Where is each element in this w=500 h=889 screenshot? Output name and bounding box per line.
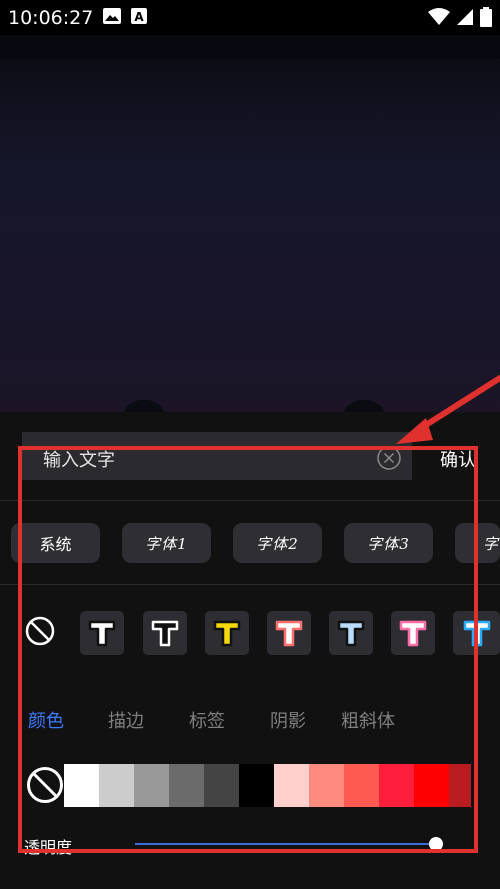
t-style-icon xyxy=(151,620,179,647)
color-swatch[interactable] xyxy=(99,764,134,807)
font-option-2[interactable]: 字体2 xyxy=(233,523,322,563)
divider xyxy=(0,500,500,501)
confirm-button[interactable]: 确认 xyxy=(440,446,476,472)
text-style-preset[interactable] xyxy=(267,611,311,655)
battery-icon xyxy=(480,7,492,31)
image-icon xyxy=(103,7,122,28)
color-swatch[interactable] xyxy=(449,764,471,807)
svg-text:A: A xyxy=(135,10,145,24)
color-swatch[interactable] xyxy=(134,764,169,807)
t-style-icon xyxy=(463,620,490,647)
text-style-preset[interactable] xyxy=(453,611,500,655)
t-style-icon xyxy=(88,620,116,647)
no-style-icon[interactable] xyxy=(25,616,55,646)
color-swatch[interactable] xyxy=(64,764,99,807)
tab-stroke[interactable]: 描边 xyxy=(108,707,144,733)
tab-shadow[interactable]: 阴影 xyxy=(270,707,306,733)
tab-color[interactable]: 颜色 xyxy=(28,707,64,733)
t-style-icon xyxy=(337,620,365,647)
font-option-1[interactable]: 字体1 xyxy=(122,523,211,563)
color-swatch[interactable] xyxy=(204,764,239,807)
color-swatch[interactable] xyxy=(239,764,274,807)
opacity-slider-thumb[interactable] xyxy=(429,837,443,851)
color-swatch[interactable] xyxy=(414,764,449,807)
t-style-icon xyxy=(213,620,241,647)
color-swatch[interactable] xyxy=(309,764,344,807)
text-input-placeholder[interactable]: 输入文字 xyxy=(43,446,115,472)
wifi-icon xyxy=(428,8,450,30)
text-style-preset[interactable] xyxy=(143,611,187,655)
opacity-label: 透明度 xyxy=(24,838,73,857)
status-bar: 10:06:27 A xyxy=(0,0,500,35)
signal-icon xyxy=(456,8,474,30)
t-style-icon xyxy=(399,620,427,647)
text-style-preset[interactable] xyxy=(391,611,435,655)
video-preview[interactable] xyxy=(0,35,500,412)
divider xyxy=(0,584,500,585)
color-swatch[interactable] xyxy=(344,764,379,807)
text-style-preset[interactable] xyxy=(80,611,124,655)
font-option-system[interactable]: 系统 xyxy=(11,523,100,563)
clear-icon[interactable] xyxy=(376,445,402,471)
font-option-3[interactable]: 字体3 xyxy=(344,523,433,563)
preview-top-bar xyxy=(0,35,500,59)
status-time: 10:06:27 xyxy=(8,6,94,29)
text-style-preset[interactable] xyxy=(329,611,373,655)
text-a-icon: A xyxy=(131,7,148,28)
opacity-slider-track[interactable] xyxy=(135,843,436,845)
font-option-4[interactable]: 字 xyxy=(455,523,500,563)
color-swatch[interactable] xyxy=(379,764,414,807)
no-color-icon[interactable] xyxy=(26,766,64,804)
color-swatch[interactable] xyxy=(169,764,204,807)
tab-bold-italic[interactable]: 粗斜体 xyxy=(341,707,395,733)
t-style-icon xyxy=(275,620,303,647)
text-style-preset[interactable] xyxy=(205,611,249,655)
tab-label[interactable]: 标签 xyxy=(189,707,225,733)
color-swatch[interactable] xyxy=(274,764,309,807)
